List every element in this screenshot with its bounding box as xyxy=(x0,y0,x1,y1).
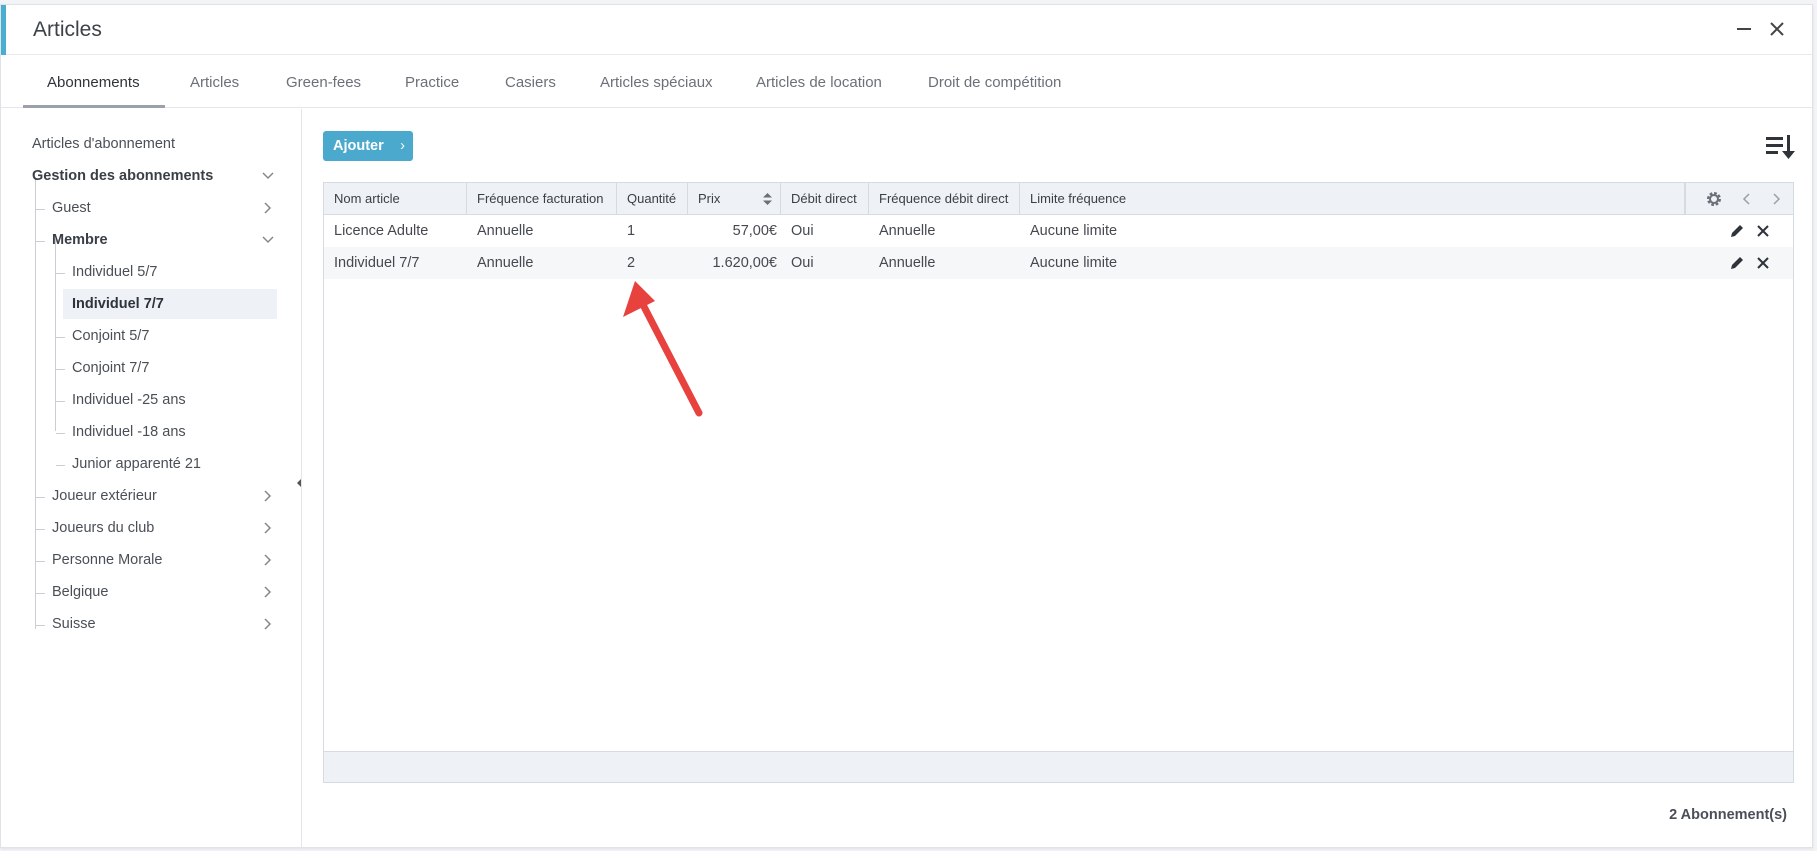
sidebar-item-joueurs-du-club[interactable]: Joueurs du club xyxy=(52,513,154,543)
tree-connector xyxy=(56,465,65,466)
sort-icon xyxy=(763,193,772,205)
cell-limite-frequence: Aucune limite xyxy=(1030,223,1118,239)
subscriptions-grid: Nom article Fréquence facturation Quanti… xyxy=(323,182,1794,783)
sidebar-item-belgique[interactable]: Belgique xyxy=(52,577,108,607)
tree-connector xyxy=(36,593,45,594)
sidebar-item-individuel-25[interactable]: Individuel -25 ans xyxy=(72,385,186,415)
tab-articles[interactable]: Articles xyxy=(190,56,239,108)
chevron-down-icon[interactable] xyxy=(261,169,275,183)
column-header-prix[interactable]: Prix xyxy=(688,183,781,214)
tree-connector xyxy=(56,369,65,370)
chevron-right-icon[interactable] xyxy=(1771,192,1781,206)
minimize-button[interactable] xyxy=(1733,18,1755,40)
grid-footer xyxy=(324,751,1793,782)
tree-connector xyxy=(36,209,45,210)
tab-abonnements[interactable]: Abonnements xyxy=(47,56,140,108)
tab-bar: Abonnements Articles Green-fees Practice… xyxy=(1,56,1812,108)
chevron-left-icon[interactable] xyxy=(1742,192,1752,206)
tree-connector xyxy=(36,497,45,498)
delete-icon[interactable] xyxy=(1756,224,1770,238)
edit-pencil-icon[interactable] xyxy=(1729,255,1745,271)
tree-connector xyxy=(36,625,45,626)
sidebar-item-membre[interactable]: Membre xyxy=(52,225,108,255)
chevron-right-icon[interactable] xyxy=(261,585,275,599)
column-header-frequence-debit-direct[interactable]: Fréquence débit direct xyxy=(869,183,1020,214)
minimize-icon xyxy=(1737,28,1751,30)
cell-debit-direct: Oui xyxy=(791,223,814,239)
sidebar-item-individuel-5-7[interactable]: Individuel 5/7 xyxy=(72,257,157,287)
tree-connector xyxy=(36,241,45,242)
tab-articles-de-location[interactable]: Articles de location xyxy=(756,56,882,108)
sidebar-item-individuel-7-7[interactable]: Individuel 7/7 xyxy=(63,289,277,319)
table-row[interactable]: Individuel 7/7 Annuelle 2 1.620,00€ Oui … xyxy=(324,247,1793,279)
tab-practice[interactable]: Practice xyxy=(405,56,459,108)
sort-descending-icon[interactable] xyxy=(1765,133,1795,161)
add-button[interactable]: Ajouter › xyxy=(323,131,413,161)
sidebar-item-joueur-exterieur[interactable]: Joueur extérieur xyxy=(52,481,157,511)
cell-nom-article: Licence Adulte xyxy=(334,223,429,239)
cell-frequence-facturation: Annuelle xyxy=(477,223,534,239)
tab-articles-speciaux[interactable]: Articles spéciaux xyxy=(600,56,713,108)
chevron-right-icon[interactable] xyxy=(261,553,275,567)
cell-frequence-debit-direct: Annuelle xyxy=(879,255,936,271)
column-header-limite-frequence[interactable]: Limite fréquence xyxy=(1020,183,1685,214)
tree-connector xyxy=(36,529,45,530)
sidebar-item-conjoint-5-7[interactable]: Conjoint 5/7 xyxy=(72,321,149,351)
cell-nom-article: Individuel 7/7 xyxy=(334,255,420,271)
chevron-right-icon[interactable] xyxy=(261,521,275,535)
column-header-nom-article[interactable]: Nom article xyxy=(324,183,467,214)
chevron-right-icon[interactable] xyxy=(261,489,275,503)
cell-debit-direct: Oui xyxy=(791,255,814,271)
window-title: Articles xyxy=(33,18,102,41)
cell-frequence-facturation: Annuelle xyxy=(477,255,534,271)
cell-quantite: 2 xyxy=(627,255,636,271)
column-header-quantite[interactable]: Quantité xyxy=(617,183,688,214)
column-header-prix-label: Prix xyxy=(698,191,721,206)
close-icon xyxy=(1770,22,1784,36)
tree-connector xyxy=(56,273,65,274)
chevron-down-icon[interactable] xyxy=(261,233,275,247)
chevron-right-icon: › xyxy=(400,138,405,154)
cell-frequence-debit-direct: Annuelle xyxy=(879,223,936,239)
sidebar-item-conjoint-7-7[interactable]: Conjoint 7/7 xyxy=(72,353,149,383)
sidebar-item-personne-morale[interactable]: Personne Morale xyxy=(52,545,162,575)
active-tab-indicator xyxy=(23,105,165,108)
grid-header: Nom article Fréquence facturation Quanti… xyxy=(324,183,1793,215)
tree-connector xyxy=(56,433,65,434)
title-bar: Articles xyxy=(1,5,1812,55)
tree-connector xyxy=(56,337,65,338)
record-count: 2 Abonnement(s) xyxy=(1669,807,1787,823)
chevron-right-icon[interactable] xyxy=(261,617,275,631)
tree-connector xyxy=(36,561,45,562)
sidebar-item-guest[interactable]: Guest xyxy=(52,193,91,223)
cell-prix: 1.620,00€ xyxy=(712,255,777,271)
cell-prix: 57,00€ xyxy=(732,223,777,239)
tab-droit-de-competition[interactable]: Droit de compétition xyxy=(928,56,1061,108)
tab-casiers[interactable]: Casiers xyxy=(505,56,556,108)
column-header-debit-direct[interactable]: Débit direct xyxy=(781,183,869,214)
gear-icon[interactable] xyxy=(1705,190,1723,208)
sidebar-item-junior-apparente[interactable]: Junior apparenté 21 xyxy=(72,449,201,479)
tree-connector xyxy=(56,401,65,402)
grid-header-tools xyxy=(1685,183,1793,214)
delete-icon[interactable] xyxy=(1756,256,1770,270)
sidebar-item-individuel-18[interactable]: Individuel -18 ans xyxy=(72,417,186,447)
sidebar-tree: Articles d'abonnement Gestion des abonne… xyxy=(1,109,302,849)
chevron-right-icon[interactable] xyxy=(261,201,275,215)
add-button-label: Ajouter xyxy=(333,138,384,154)
edit-pencil-icon[interactable] xyxy=(1729,223,1745,239)
cell-quantite: 1 xyxy=(627,223,636,239)
table-row[interactable]: Licence Adulte Annuelle 1 57,00€ Oui Ann… xyxy=(324,215,1793,247)
cell-limite-frequence: Aucune limite xyxy=(1030,255,1118,271)
sidebar-item-suisse[interactable]: Suisse xyxy=(52,609,96,639)
close-button[interactable] xyxy=(1766,18,1788,40)
title-accent-bar xyxy=(1,5,6,55)
column-header-frequence-facturation[interactable]: Fréquence facturation xyxy=(467,183,617,214)
tree-line xyxy=(55,239,56,431)
sidebar-collapse-handle[interactable] xyxy=(297,479,301,487)
tab-green-fees[interactable]: Green-fees xyxy=(286,56,361,108)
sidebar-group-gestion[interactable]: Gestion des abonnements xyxy=(32,161,213,191)
sidebar-item-articles-abonnement[interactable]: Articles d'abonnement xyxy=(32,129,175,159)
articles-window: Articles Abonnements Articles Green-fees… xyxy=(0,4,1813,849)
